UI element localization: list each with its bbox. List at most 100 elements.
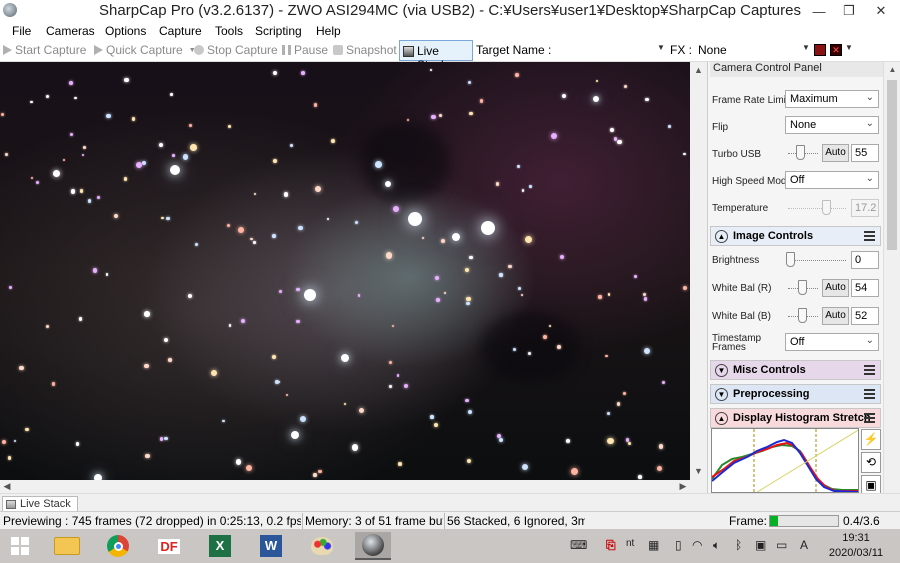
star (299, 415, 306, 423)
image-vertical-scrollbar[interactable]: ▲ ▼ (690, 62, 707, 480)
menu-options[interactable]: Options (105, 24, 146, 38)
clock[interactable]: 19:31 2020/03/11 (820, 531, 892, 561)
start-icon[interactable] (2, 532, 38, 560)
hamburger-menu-icon[interactable] (864, 389, 875, 399)
flip-select[interactable]: None ⌄ (785, 116, 879, 134)
bluetooth-icon[interactable]: ᛒ (735, 538, 742, 552)
fx-color-swatch-icon[interactable] (814, 44, 826, 56)
star (465, 268, 470, 273)
panel-scroll-thumb[interactable] (887, 80, 897, 250)
quick-capture-button[interactable]: Quick Capture ▼ (94, 43, 196, 57)
excel-icon[interactable]: X (202, 532, 238, 560)
turbo-usb-value[interactable]: 55 (851, 144, 879, 162)
minimize-button[interactable]: — (804, 0, 834, 22)
acrobat-tray-icon[interactable]: ⎘ (606, 538, 616, 553)
hamburger-menu-icon[interactable] (864, 413, 875, 423)
image-horizontal-scrollbar[interactable]: ◀ ▶ (0, 480, 707, 493)
brightness-value[interactable]: 0 (851, 251, 879, 269)
star (495, 182, 500, 186)
battery-icon[interactable]: ▯ (675, 538, 682, 552)
display-histogram-group-header[interactable]: ▲ Display Histogram Stretch (710, 408, 881, 428)
start-capture-button[interactable]: Start Capture (3, 43, 86, 57)
target-name-dropdown-icon[interactable]: ▼ (657, 43, 665, 52)
fx-dropdown-icon[interactable]: ▼ (802, 43, 810, 52)
target-name-combo[interactable] (556, 43, 656, 57)
close-button[interactable]: ✕ (866, 0, 896, 22)
slider-knob[interactable] (798, 280, 807, 295)
fx-reticle-icon[interactable]: ✕ (830, 44, 842, 56)
paint-icon[interactable] (304, 532, 340, 560)
reset-stretch-icon[interactable]: ⟲ (861, 452, 881, 473)
scroll-up-icon[interactable]: ▲ (690, 62, 707, 79)
menu-file[interactable]: File (12, 24, 31, 38)
white-bal-b-slider[interactable] (788, 306, 818, 324)
pause-button[interactable]: Pause (282, 43, 328, 57)
fx-combo[interactable]: None (698, 43, 727, 57)
slider-knob[interactable] (796, 145, 805, 160)
misc-controls-group-header[interactable]: ▼ Misc Controls (710, 360, 881, 380)
menu-cameras[interactable]: Cameras (46, 24, 95, 38)
hamburger-menu-icon[interactable] (864, 365, 875, 375)
wifi-icon[interactable]: ◠ (692, 538, 702, 552)
star (113, 213, 118, 218)
flip-value: None (790, 119, 817, 131)
usb-tray-icon[interactable]: ▭ (776, 538, 787, 552)
menu-tools[interactable]: Tools (215, 24, 243, 38)
chevron-up-icon[interactable]: ▲ (715, 230, 728, 243)
menu-scripting[interactable]: Scripting (255, 24, 302, 38)
histogram-plot (712, 429, 858, 492)
menu-capture[interactable]: Capture (159, 24, 202, 38)
auto-stretch-icon[interactable]: ⚡ (861, 429, 881, 450)
star (145, 454, 150, 459)
stop-capture-button[interactable]: Stop Capture (194, 43, 278, 57)
star (9, 286, 13, 290)
display-tray-icon[interactable]: ▣ (755, 538, 766, 552)
hamburger-menu-icon[interactable] (864, 231, 875, 241)
high-speed-mode-select[interactable]: Off ⌄ (785, 171, 879, 189)
chrome-icon[interactable] (100, 532, 136, 560)
chevron-up-icon[interactable]: ▲ (715, 412, 728, 425)
brightness-slider[interactable] (786, 250, 846, 268)
white-bal-b-value[interactable]: 52 (851, 307, 879, 325)
tab-live-stack[interactable]: Live Stack (2, 496, 78, 512)
keyboard-icon[interactable]: ⌨ (570, 538, 587, 552)
fx-more-icon[interactable]: ▼ (845, 43, 853, 52)
snapshot-button[interactable]: Snapshot (333, 43, 397, 57)
preview-image[interactable] (0, 62, 690, 480)
turbo-usb-slider[interactable] (788, 143, 818, 161)
white-bal-r-slider[interactable] (788, 278, 818, 296)
timestamp-frames-select[interactable]: Off ⌄ (785, 333, 879, 351)
sharpcap-icon[interactable] (355, 532, 391, 560)
restore-button[interactable]: ❐ (834, 0, 864, 22)
scroll-right-icon[interactable]: ▶ (676, 480, 690, 493)
white-bal-r-auto-button[interactable]: Auto (822, 279, 849, 297)
file-explorer-icon[interactable] (49, 532, 85, 560)
white-bal-b-auto-button[interactable]: Auto (822, 307, 849, 325)
turbo-usb-auto-button[interactable]: Auto (822, 144, 849, 162)
scroll-left-icon[interactable]: ◀ (0, 480, 14, 493)
image-controls-group-header[interactable]: ▲ Image Controls (710, 226, 881, 246)
live-stack-button[interactable]: Live Stack (399, 40, 473, 72)
star (241, 319, 246, 324)
chevron-down-icon[interactable]: ▼ (715, 388, 728, 401)
chevron-down-icon[interactable]: ▼ (715, 364, 728, 377)
nt-tray-icon[interactable]: nt (626, 538, 634, 549)
menu-help[interactable]: Help (316, 24, 341, 38)
volume-icon[interactable]: 🔈︎ (713, 538, 720, 553)
slider-knob[interactable] (798, 308, 807, 323)
star (290, 144, 293, 148)
frame-progress-fill (770, 516, 778, 526)
preprocessing-group-header[interactable]: ▼ Preprocessing (710, 384, 881, 404)
network-monitor-tray-icon[interactable]: ▦ (648, 538, 659, 552)
panel-scrollbar[interactable]: ▲ (883, 62, 900, 493)
scroll-up-icon[interactable]: ▲ (884, 62, 900, 77)
pdf-editor-icon[interactable]: DF (151, 532, 187, 560)
slider-knob[interactable] (786, 252, 795, 267)
star (517, 286, 521, 290)
word-icon[interactable]: W (253, 532, 289, 560)
histogram-chart[interactable] (711, 428, 859, 493)
ime-indicator[interactable]: A (800, 538, 808, 552)
frame-rate-limit-select[interactable]: Maximum ⌄ (785, 90, 879, 108)
scroll-down-icon[interactable]: ▼ (690, 463, 707, 480)
white-bal-r-value[interactable]: 54 (851, 279, 879, 297)
